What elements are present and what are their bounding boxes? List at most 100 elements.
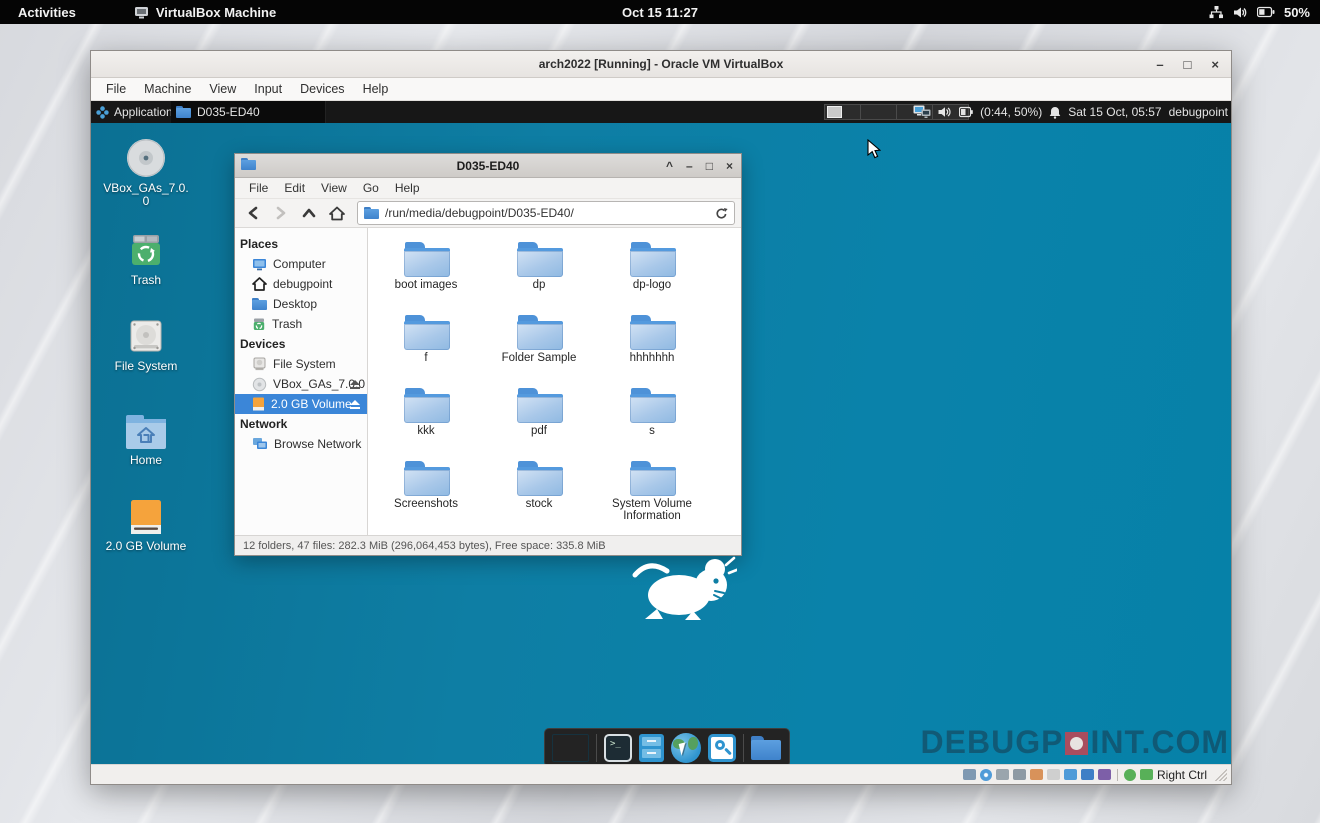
menu-input[interactable]: Input — [245, 82, 291, 96]
battery-icon[interactable] — [959, 106, 973, 118]
folder-item[interactable]: stock — [483, 459, 596, 531]
refresh-icon[interactable] — [715, 207, 728, 220]
sidebar-item-desktop[interactable]: Desktop — [235, 294, 367, 314]
terminal-icon[interactable]: >_ — [604, 734, 632, 762]
desktop-icon-file-system[interactable]: File System — [103, 315, 189, 373]
folder-item[interactable]: pdf — [483, 386, 596, 458]
file-manager-icon[interactable] — [639, 734, 664, 762]
minimize-icon[interactable]: – — [1156, 57, 1163, 72]
volume-icon[interactable] — [938, 106, 952, 118]
sidebar-item-debugpoint[interactable]: debugpoint — [235, 274, 367, 294]
back-button[interactable] — [241, 202, 265, 224]
trash-icon — [125, 229, 167, 271]
folder-item[interactable]: dp-logo — [596, 240, 709, 312]
menu-machine[interactable]: Machine — [135, 82, 200, 96]
desktop-icon-vbox-gas[interactable]: VBox_GAs_7.0.0 — [103, 137, 189, 208]
close-icon[interactable]: × — [1211, 57, 1219, 72]
host-clock[interactable]: Oct 15 11:27 — [622, 5, 698, 20]
optical-disc-icon — [252, 377, 267, 392]
file-manager-title-bar[interactable]: D035-ED40 ^ – □ × — [235, 154, 741, 178]
optical-disc-icon — [125, 137, 167, 179]
features-icon[interactable] — [1098, 769, 1111, 780]
home-button[interactable] — [325, 202, 349, 224]
video-capture-icon[interactable] — [1081, 769, 1094, 780]
minimize-icon[interactable]: – — [686, 159, 693, 173]
activities-button[interactable]: Activities — [18, 5, 76, 20]
host-key-capture-icon[interactable] — [1140, 769, 1153, 780]
resize-grip[interactable] — [1215, 769, 1227, 781]
folder-item[interactable]: Folder Sample — [483, 313, 596, 385]
user-indicator[interactable]: debugpoint — [1169, 105, 1228, 119]
desktop-icon-trash[interactable]: Trash — [103, 229, 189, 287]
eject-icon[interactable] — [350, 400, 360, 409]
desktop-icon-volume[interactable]: 2.0 GB Volume — [103, 497, 189, 553]
menu-help[interactable]: Help — [387, 181, 428, 195]
maximize-icon[interactable]: □ — [706, 159, 713, 173]
menu-edit[interactable]: Edit — [276, 181, 313, 195]
shade-icon[interactable]: ^ — [666, 159, 673, 173]
sidebar-item-trash[interactable]: Trash — [235, 314, 367, 334]
folder-item[interactable]: kkk — [370, 386, 483, 458]
sidebar-item-computer[interactable]: Computer — [235, 254, 367, 274]
dock: >_ — [544, 728, 790, 766]
menu-help[interactable]: Help — [354, 82, 398, 96]
workspace-1[interactable] — [824, 104, 861, 120]
close-icon[interactable]: × — [726, 159, 733, 173]
battery-status-text[interactable]: (0:44, 50%) — [980, 105, 1042, 119]
notification-bell-icon[interactable] — [1049, 106, 1061, 119]
folder-item[interactable]: boot images — [370, 240, 483, 312]
display-network-icon[interactable] — [913, 105, 931, 119]
hard-disks-icon[interactable] — [963, 769, 976, 780]
battery-icon[interactable] — [1257, 6, 1275, 18]
folder-icon — [252, 298, 267, 310]
menu-file[interactable]: File — [97, 82, 135, 96]
app-finder-icon[interactable] — [708, 734, 736, 762]
folder-item[interactable]: hhhhhhh — [596, 313, 709, 385]
show-desktop-icon[interactable] — [552, 734, 589, 762]
workspace-2[interactable] — [860, 104, 897, 120]
focused-app-menu[interactable]: VirtualBox Machine — [134, 5, 276, 20]
menu-view[interactable]: View — [313, 181, 355, 195]
host-key-label: Right Ctrl — [1157, 768, 1207, 782]
sidebar-item-vbox-gas[interactable]: VBox_GAs_7.0.0 — [235, 374, 367, 394]
dock-folder-icon[interactable] — [751, 736, 781, 760]
menu-file[interactable]: File — [241, 181, 276, 195]
maximize-icon[interactable]: □ — [1184, 57, 1192, 72]
menu-view[interactable]: View — [200, 82, 245, 96]
folder-item[interactable]: Screenshots — [370, 459, 483, 531]
usb-icon[interactable] — [1030, 769, 1043, 780]
audio-icon[interactable] — [996, 769, 1009, 780]
network-icon[interactable] — [1013, 769, 1026, 780]
file-list-view[interactable]: boot images dp dp-logo f Folder Sample h… — [368, 228, 741, 535]
eject-icon[interactable] — [350, 380, 360, 389]
forward-button[interactable] — [269, 202, 293, 224]
virtualbox-window-title: arch2022 [Running] - Oracle VM VirtualBo… — [539, 57, 784, 71]
menu-go[interactable]: Go — [355, 181, 387, 195]
up-button[interactable] — [297, 202, 321, 224]
folder-item[interactable]: dp — [483, 240, 596, 312]
desktop-icon-home[interactable]: Home — [103, 413, 189, 467]
xfce-mouse-logo — [631, 553, 737, 621]
sidebar-item-file-system[interactable]: File System — [235, 354, 367, 374]
removable-volume-icon — [126, 497, 166, 537]
sidebar-header-places: Places — [235, 234, 367, 254]
file-manager-title: D035-ED40 — [457, 159, 520, 173]
sidebar-item-browse-network[interactable]: Browse Network — [235, 434, 367, 454]
guest-clock[interactable]: Sat 15 Oct, 05:57 — [1068, 105, 1161, 119]
shared-folders-icon[interactable] — [1047, 769, 1060, 780]
virtualbox-title-bar[interactable]: arch2022 [Running] - Oracle VM VirtualBo… — [91, 51, 1231, 78]
taskbar-window-button[interactable]: D035-ED40 — [171, 101, 326, 123]
web-browser-icon[interactable] — [671, 733, 701, 763]
folder-item[interactable]: s — [596, 386, 709, 458]
network-icon[interactable] — [1209, 6, 1224, 19]
mouse-integration-icon[interactable] — [1124, 769, 1136, 781]
sidebar-item-volume-selected[interactable]: 2.0 GB Volume — [235, 394, 367, 414]
menu-devices[interactable]: Devices — [291, 82, 353, 96]
folder-item[interactable]: f — [370, 313, 483, 385]
display-icon[interactable] — [1064, 769, 1077, 780]
folder-item[interactable]: System Volume Information — [596, 459, 709, 531]
volume-icon[interactable] — [1233, 6, 1248, 19]
path-text[interactable]: /run/media/debugpoint/D035-ED40/ — [385, 206, 709, 220]
path-bar[interactable]: /run/media/debugpoint/D035-ED40/ — [357, 201, 735, 225]
optical-drives-icon[interactable] — [980, 769, 992, 781]
